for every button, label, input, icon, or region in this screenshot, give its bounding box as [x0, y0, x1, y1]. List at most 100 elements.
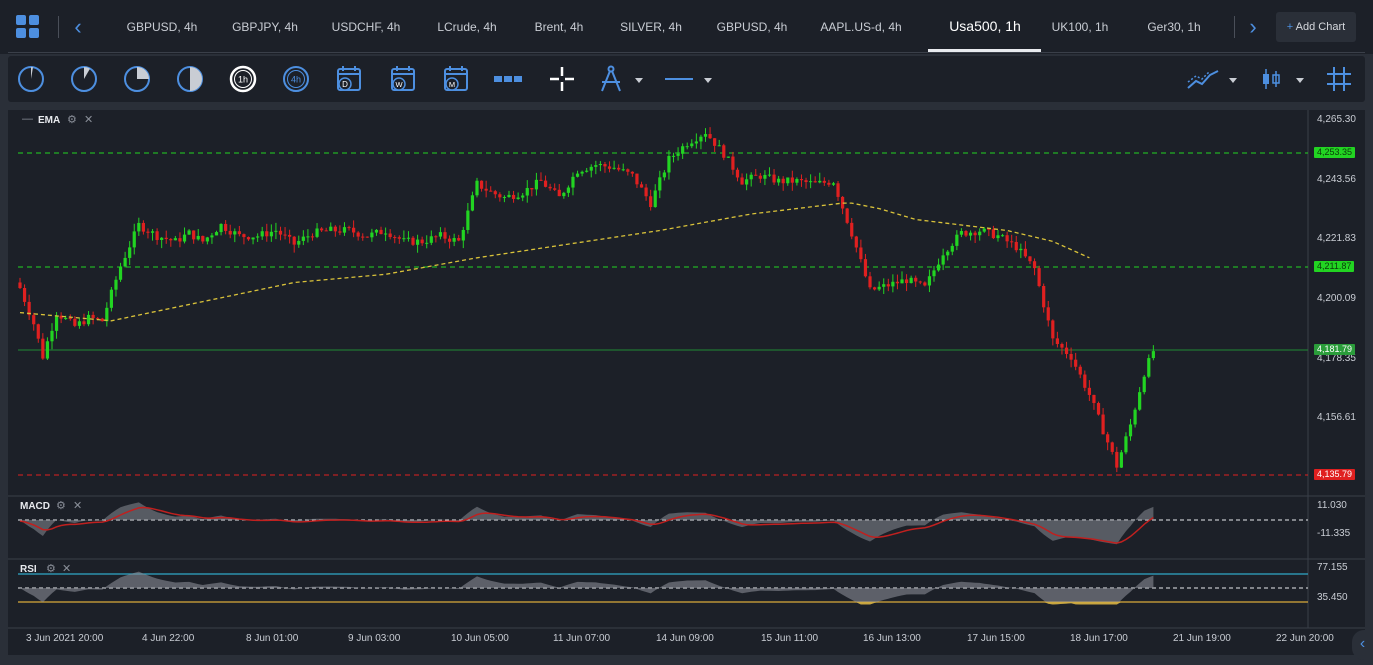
candle-body — [941, 255, 945, 265]
tab-lcrude-4h[interactable]: LCrude, 4h — [428, 0, 506, 52]
tab-brent-4h[interactable]: Brent, 4h — [525, 0, 593, 52]
chart-type-line-icon[interactable] — [1186, 64, 1222, 94]
candle-body — [571, 176, 575, 188]
candle-body — [1019, 248, 1023, 251]
crosshair-icon[interactable] — [547, 64, 577, 94]
candle-body — [1138, 392, 1142, 410]
ema-close-icon[interactable]: ✕ — [84, 113, 93, 126]
candle-body — [1115, 451, 1119, 468]
add-chart-label: Add Chart — [1295, 21, 1346, 33]
candle-body — [452, 238, 456, 242]
collapse-icon[interactable]: — — [22, 113, 33, 125]
time-axis-label: 10 Jun 05:00 — [451, 633, 509, 644]
candle-body — [904, 279, 909, 284]
tab-ger30-1h[interactable]: Ger30, 1h — [1140, 0, 1208, 52]
side-panel-toggle-icon[interactable]: ‹ — [1352, 630, 1373, 660]
candle-body — [1128, 424, 1133, 437]
line-style-icon[interactable] — [663, 64, 703, 94]
time-axis-label: 8 Jun 01:00 — [246, 633, 299, 644]
tab-gbpjpy-4h[interactable]: GBPJPY, 4h — [225, 0, 305, 52]
tab-uk100-1h[interactable]: UK100, 1h — [1044, 0, 1116, 52]
candle-body — [36, 324, 40, 339]
line-style-dropdown-icon[interactable] — [701, 64, 715, 94]
time-axis-label: 21 Jun 19:00 — [1173, 633, 1231, 644]
candle-body — [946, 251, 950, 256]
tab-separator — [58, 16, 59, 38]
candle-body — [169, 239, 173, 241]
candle-body — [589, 166, 593, 171]
1-minute-timeframe-icon[interactable] — [16, 64, 46, 94]
5-minute-timeframe-icon[interactable] — [69, 64, 99, 94]
layout-grid-icon[interactable] — [16, 15, 40, 39]
4-hour-timeframe-icon[interactable]: 4h — [281, 64, 311, 94]
candle-body — [507, 194, 511, 198]
tab-silver-4h[interactable]: SILVER, 4h — [614, 0, 688, 52]
daily-label: D — [342, 80, 348, 89]
candle-body — [64, 318, 68, 320]
tabs-scroll-right-icon[interactable]: › — [1243, 16, 1263, 40]
weekly-timeframe-icon[interactable]: W — [388, 64, 418, 94]
date-range-icon[interactable] — [493, 64, 523, 94]
macd-settings-icon[interactable]: ⚙ — [56, 499, 66, 512]
candle-body — [685, 146, 689, 148]
candle-body — [868, 276, 872, 288]
candle-body — [178, 238, 182, 242]
15-minute-timeframe-icon[interactable] — [122, 64, 152, 94]
candle-body — [192, 230, 196, 240]
rsi-settings-icon[interactable]: ⚙ — [46, 562, 56, 575]
candle-body — [790, 177, 794, 183]
candle-body — [228, 230, 232, 235]
chart-type-dropdown-icon[interactable] — [1226, 64, 1240, 94]
candle-body — [836, 183, 840, 197]
candle-body — [662, 172, 666, 178]
price-axis-label: 4,156.61 — [1317, 412, 1356, 423]
macd-close-icon[interactable]: ✕ — [73, 499, 82, 512]
candle-body — [575, 173, 580, 177]
candle-body — [667, 155, 671, 173]
drawing-tools-icon[interactable] — [596, 64, 626, 94]
tab-gbpusd-4h[interactable]: GBPUSD, 4h — [120, 0, 204, 52]
candle-body — [484, 188, 488, 191]
candle-body — [562, 192, 566, 197]
drawing-tools-dropdown-icon[interactable] — [632, 64, 646, 94]
tabs-scroll-left-icon[interactable]: ‹ — [68, 16, 88, 40]
30-minute-timeframe-icon[interactable] — [175, 64, 205, 94]
candle-body — [388, 233, 392, 238]
candle-body — [274, 230, 278, 232]
ema-indicator-label[interactable]: EMA — [38, 115, 60, 126]
candle-body — [251, 237, 255, 240]
tab-aapl-4h[interactable]: AAPL.US-d, 4h — [815, 0, 907, 52]
candle-style-dropdown-icon[interactable] — [1293, 64, 1307, 94]
candle-body — [429, 236, 433, 243]
rsi-close-icon[interactable]: ✕ — [62, 562, 71, 575]
candle-body — [100, 318, 104, 322]
candle-body — [214, 232, 219, 236]
add-chart-button[interactable]: + Add Chart — [1276, 12, 1356, 42]
1-hour-timeframe-icon[interactable]: 1h — [228, 64, 258, 94]
candlestick-series — [18, 127, 1155, 473]
lower-level-price-tag: 4,135.79 — [1314, 469, 1356, 480]
ema-settings-icon[interactable]: ⚙ — [67, 113, 77, 126]
candle-body — [1032, 261, 1037, 269]
rsi-indicator-label[interactable]: RSI — [20, 564, 37, 575]
candle-body — [256, 236, 260, 238]
tab-usdchf-4h[interactable]: USDCHF, 4h — [326, 0, 406, 52]
candlestick-icon[interactable] — [1258, 64, 1284, 94]
tab-gbpusd-4h-2[interactable]: GBPUSD, 4h — [710, 0, 794, 52]
tab-usa500-1h[interactable]: Usa500, 1h — [930, 0, 1040, 52]
candle-body — [150, 231, 155, 233]
rsi-axis-label: 35.450 — [1317, 592, 1348, 603]
upper-level-price-tag: 4,253.35 — [1314, 147, 1356, 158]
candle-body — [105, 307, 109, 322]
candle-body — [731, 156, 735, 170]
macd-axis-label: 11.030 — [1317, 500, 1347, 511]
monthly-timeframe-icon[interactable]: M — [441, 64, 471, 94]
price-chart[interactable] — [8, 110, 1365, 655]
macd-indicator-label[interactable]: MACD — [20, 501, 50, 512]
chart-panel[interactable]: — EMA ⚙ ✕ MACD ⚙ ✕ RSI ⚙ ✕ 4,265.30 4,24… — [8, 110, 1365, 655]
candle-body — [918, 281, 922, 283]
candle-body — [543, 180, 548, 187]
grid-toggle-icon[interactable] — [1324, 64, 1354, 94]
price-axis-label: 4,243.56 — [1317, 174, 1356, 185]
daily-timeframe-icon[interactable]: D — [334, 64, 364, 94]
